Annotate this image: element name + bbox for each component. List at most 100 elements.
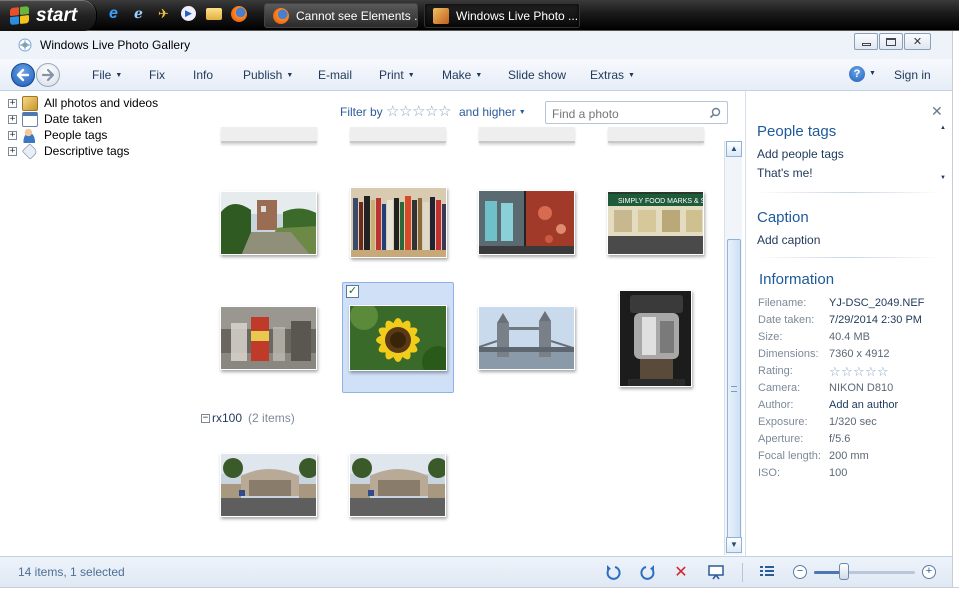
expand-icon[interactable]: + xyxy=(8,114,17,124)
star-icon[interactable]: ☆ xyxy=(865,365,877,378)
info-value[interactable]: YJ-DSC_2049.NEF xyxy=(829,297,924,309)
plane-icon[interactable]: ✈ xyxy=(154,4,173,23)
back-arrow-icon xyxy=(16,68,30,82)
ie-alt-icon[interactable]: ℯ xyxy=(129,4,148,23)
tree-item-all-photos[interactable]: + All photos and videos xyxy=(8,95,158,111)
and-higher-dropdown[interactable]: and higher ▼ xyxy=(459,105,526,119)
thumbnail-partial[interactable] xyxy=(350,127,446,143)
rotate-right-button[interactable] xyxy=(638,563,656,581)
info-key: Filename: xyxy=(758,297,807,309)
help-button[interactable]: ? xyxy=(849,66,865,82)
menu-file[interactable]: File ▼ xyxy=(92,68,122,82)
storefront-photo: SIMPLY FOOD MARKS & SPE xyxy=(608,192,703,254)
back-button[interactable] xyxy=(11,63,35,87)
photo-thumbnail[interactable] xyxy=(220,191,317,255)
chevron-down-icon: ▼ xyxy=(115,72,123,79)
people-tags-heading: People tags xyxy=(757,123,837,140)
vertical-scrollbar[interactable]: ▲ ▼ xyxy=(724,141,742,555)
photo-thumbnail[interactable] xyxy=(350,187,447,258)
star-icon[interactable]: ☆ xyxy=(877,365,889,378)
search-box[interactable] xyxy=(545,101,728,124)
slide-show-button[interactable] xyxy=(707,563,725,581)
photo-thumbnail[interactable] xyxy=(220,306,317,370)
firefox-icon[interactable] xyxy=(229,4,248,23)
thats-me-link[interactable]: That's me! xyxy=(757,166,813,180)
close-button[interactable]: ✕ xyxy=(904,33,931,50)
search-icon[interactable] xyxy=(709,107,721,119)
star-icon[interactable]: ☆ xyxy=(399,104,412,119)
add-caption-link[interactable]: Add caption xyxy=(757,233,820,247)
expand-icon[interactable]: + xyxy=(8,130,17,140)
close-icon[interactable]: ✕ xyxy=(931,103,943,120)
star-icon[interactable]: ☆ xyxy=(386,104,399,119)
group-header[interactable]: − rx100 (2 items) xyxy=(201,411,295,425)
chevron-down-icon[interactable]: ▼ xyxy=(869,70,876,77)
info-value[interactable]: 7/29/2014 2:30 PM xyxy=(829,314,922,326)
thumbnail-partial[interactable] xyxy=(608,127,704,143)
selection-checkbox[interactable]: ✓ xyxy=(346,285,359,298)
photo-thumbnail-selected[interactable] xyxy=(349,305,447,371)
menu-print[interactable]: Print ▼ xyxy=(379,68,415,82)
add-people-tags-link[interactable]: Add people tags xyxy=(757,147,844,161)
maximize-button[interactable] xyxy=(879,33,903,50)
search-input[interactable] xyxy=(552,106,702,121)
star-icon[interactable]: ☆ xyxy=(829,365,841,378)
thumbnail-partial[interactable] xyxy=(479,127,575,143)
media-icon[interactable]: ▶ xyxy=(179,4,198,23)
thumbnail-partial[interactable] xyxy=(221,127,317,143)
tower-bridge-photo xyxy=(479,307,574,369)
photo-thumbnail[interactable] xyxy=(619,290,692,387)
start-button[interactable]: start xyxy=(0,0,97,31)
info-row-date-taken: Date taken: 7/29/2014 2:30 PM xyxy=(758,314,948,329)
taskbar-item-firefox[interactable]: Cannot see Elements ... xyxy=(264,3,418,28)
photo-thumbnail[interactable] xyxy=(220,453,317,517)
scrollbar-thumb[interactable] xyxy=(727,239,741,539)
sign-in-link[interactable]: Sign in xyxy=(894,68,931,82)
chevron-down-icon[interactable]: ▼ xyxy=(940,175,946,181)
menu-email[interactable]: E-mail xyxy=(318,68,352,82)
rating-filter[interactable]: ☆ ☆ ☆ ☆ ☆ xyxy=(386,104,451,119)
photo-thumbnail[interactable]: SIMPLY FOOD MARKS & SPE xyxy=(607,191,704,255)
add-author-link[interactable]: Add an author xyxy=(829,399,898,411)
expand-icon[interactable]: + xyxy=(8,98,17,108)
restore-icon xyxy=(886,37,896,46)
zoom-in-button[interactable]: + xyxy=(922,565,936,579)
star-icon[interactable]: ☆ xyxy=(853,365,865,378)
menu-slide-show[interactable]: Slide show xyxy=(508,68,566,82)
star-icon[interactable]: ☆ xyxy=(425,104,438,119)
chevron-up-icon[interactable]: ▲ xyxy=(940,125,946,131)
rating-stars[interactable]: ☆ ☆ ☆ ☆ ☆ xyxy=(829,365,889,378)
forward-button[interactable] xyxy=(36,63,60,87)
delete-button[interactable]: ✕ xyxy=(672,563,690,581)
menu-make[interactable]: Make ▼ xyxy=(442,68,482,82)
scroll-down-button[interactable]: ▼ xyxy=(726,537,742,553)
zoom-slider-thumb[interactable] xyxy=(839,563,850,580)
bookshelf-photo xyxy=(351,188,446,257)
details-view-button[interactable] xyxy=(758,563,776,581)
ie-icon[interactable]: e xyxy=(104,4,123,23)
folder-icon[interactable] xyxy=(204,4,223,23)
collapse-icon[interactable]: − xyxy=(201,413,210,423)
menu-label: Info xyxy=(193,68,214,82)
taskbar-item-photo-gallery[interactable]: Windows Live Photo ... xyxy=(424,3,580,28)
zoom-slider[interactable] xyxy=(814,571,915,574)
menu-fix[interactable]: Fix xyxy=(149,68,165,82)
tree-item-descriptive-tags[interactable]: + Descriptive tags xyxy=(8,142,129,160)
tree-item-date-taken[interactable]: + Date taken xyxy=(8,111,102,127)
rotate-left-button[interactable] xyxy=(605,563,623,581)
menu-info[interactable]: Info xyxy=(193,68,213,82)
photo-thumbnail[interactable] xyxy=(349,453,446,517)
photo-thumbnail[interactable] xyxy=(478,306,575,370)
star-icon[interactable]: ☆ xyxy=(438,104,451,119)
star-icon[interactable]: ☆ xyxy=(412,104,425,119)
photo-thumbnail[interactable] xyxy=(478,190,575,255)
people-tags-scrollbar[interactable]: ▲ ▼ xyxy=(940,121,947,183)
menu-extras[interactable]: Extras ▼ xyxy=(590,68,635,82)
star-icon[interactable]: ☆ xyxy=(841,365,853,378)
zoom-out-button[interactable]: − xyxy=(793,565,807,579)
tree-item-people-tags[interactable]: + People tags xyxy=(8,127,107,143)
expand-icon[interactable]: + xyxy=(8,146,17,156)
scroll-up-button[interactable]: ▲ xyxy=(726,141,742,157)
minimize-button[interactable] xyxy=(854,33,878,50)
menu-publish[interactable]: Publish ▼ xyxy=(243,68,293,82)
